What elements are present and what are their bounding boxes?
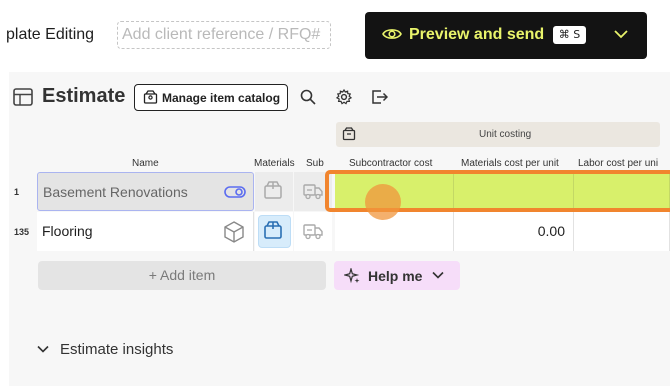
column-header-materials[interactable]: Materials (254, 158, 295, 169)
help-me-label: Help me (368, 268, 423, 284)
table-row[interactable]: 135 Flooring 0.00 (9, 212, 670, 251)
truck-icon (303, 184, 323, 200)
labor-cost-cell[interactable] (574, 212, 670, 251)
item-name: Flooring (42, 223, 93, 239)
name-cell[interactable]: Basement Renovations (37, 172, 284, 211)
toggle-icon[interactable] (224, 185, 246, 199)
table-icon (13, 88, 33, 106)
page-title: plate Editing (6, 26, 95, 43)
row-number: 135 (14, 227, 30, 237)
box-icon (264, 181, 282, 199)
manage-item-catalog-button[interactable]: Manage item catalog (134, 84, 288, 111)
manage-item-catalog-label: Manage item catalog (162, 91, 281, 105)
preview-and-send-label: Preview and send (409, 26, 545, 43)
materials-cell[interactable] (255, 212, 293, 251)
shortcut-badge: ⌘ S (553, 26, 586, 44)
subcontractor-cost-cell[interactable] (335, 212, 454, 251)
column-header-labor-cost[interactable]: Labor cost per uni (578, 158, 658, 169)
export-icon[interactable] (371, 89, 388, 105)
box-icon (143, 90, 158, 104)
column-header-sub[interactable]: Sub (306, 158, 324, 169)
client-reference-input[interactable]: Add client reference / RFQ# (117, 21, 331, 49)
preview-and-send-button[interactable]: Preview and send ⌘ S (365, 12, 647, 59)
sub-cell[interactable] (294, 212, 332, 251)
materials-cost-value: 0.00 (537, 223, 565, 239)
chevron-down-icon (432, 271, 444, 279)
estimate-title: Estimate (42, 85, 126, 107)
help-me-button[interactable]: Help me (334, 261, 460, 290)
column-header-name[interactable]: Name (132, 158, 159, 169)
chevron-down-icon[interactable] (37, 345, 49, 353)
name-cell[interactable]: Flooring (37, 212, 254, 251)
click-indicator (365, 184, 401, 220)
box-icon (342, 127, 356, 141)
chevron-down-icon[interactable] (614, 29, 628, 39)
add-item-button[interactable]: + Add item (38, 261, 326, 290)
sparkle-icon (344, 268, 360, 284)
cube-icon (224, 221, 244, 243)
eye-icon (382, 29, 402, 39)
unit-costing-label: Unit costing (479, 129, 532, 140)
column-header-materials-cost[interactable]: Materials cost per unit (461, 158, 559, 169)
item-name: Basement Renovations (43, 184, 188, 200)
search-icon[interactable] (300, 89, 316, 105)
gear-icon[interactable] (336, 89, 352, 105)
top-bar: plate Editing Add client reference / RFQ… (0, 0, 670, 70)
materials-cost-cell[interactable]: 0.00 (454, 212, 574, 251)
estimate-insights-toggle[interactable]: Estimate insights (60, 341, 173, 358)
column-header-subcontractor-cost[interactable]: Subcontractor cost (349, 158, 432, 169)
row-number: 1 (14, 187, 20, 197)
box-icon (264, 221, 282, 239)
truck-icon (303, 224, 323, 240)
unit-costing-group-header: Unit costing (336, 122, 660, 147)
materials-cell[interactable] (255, 172, 293, 211)
